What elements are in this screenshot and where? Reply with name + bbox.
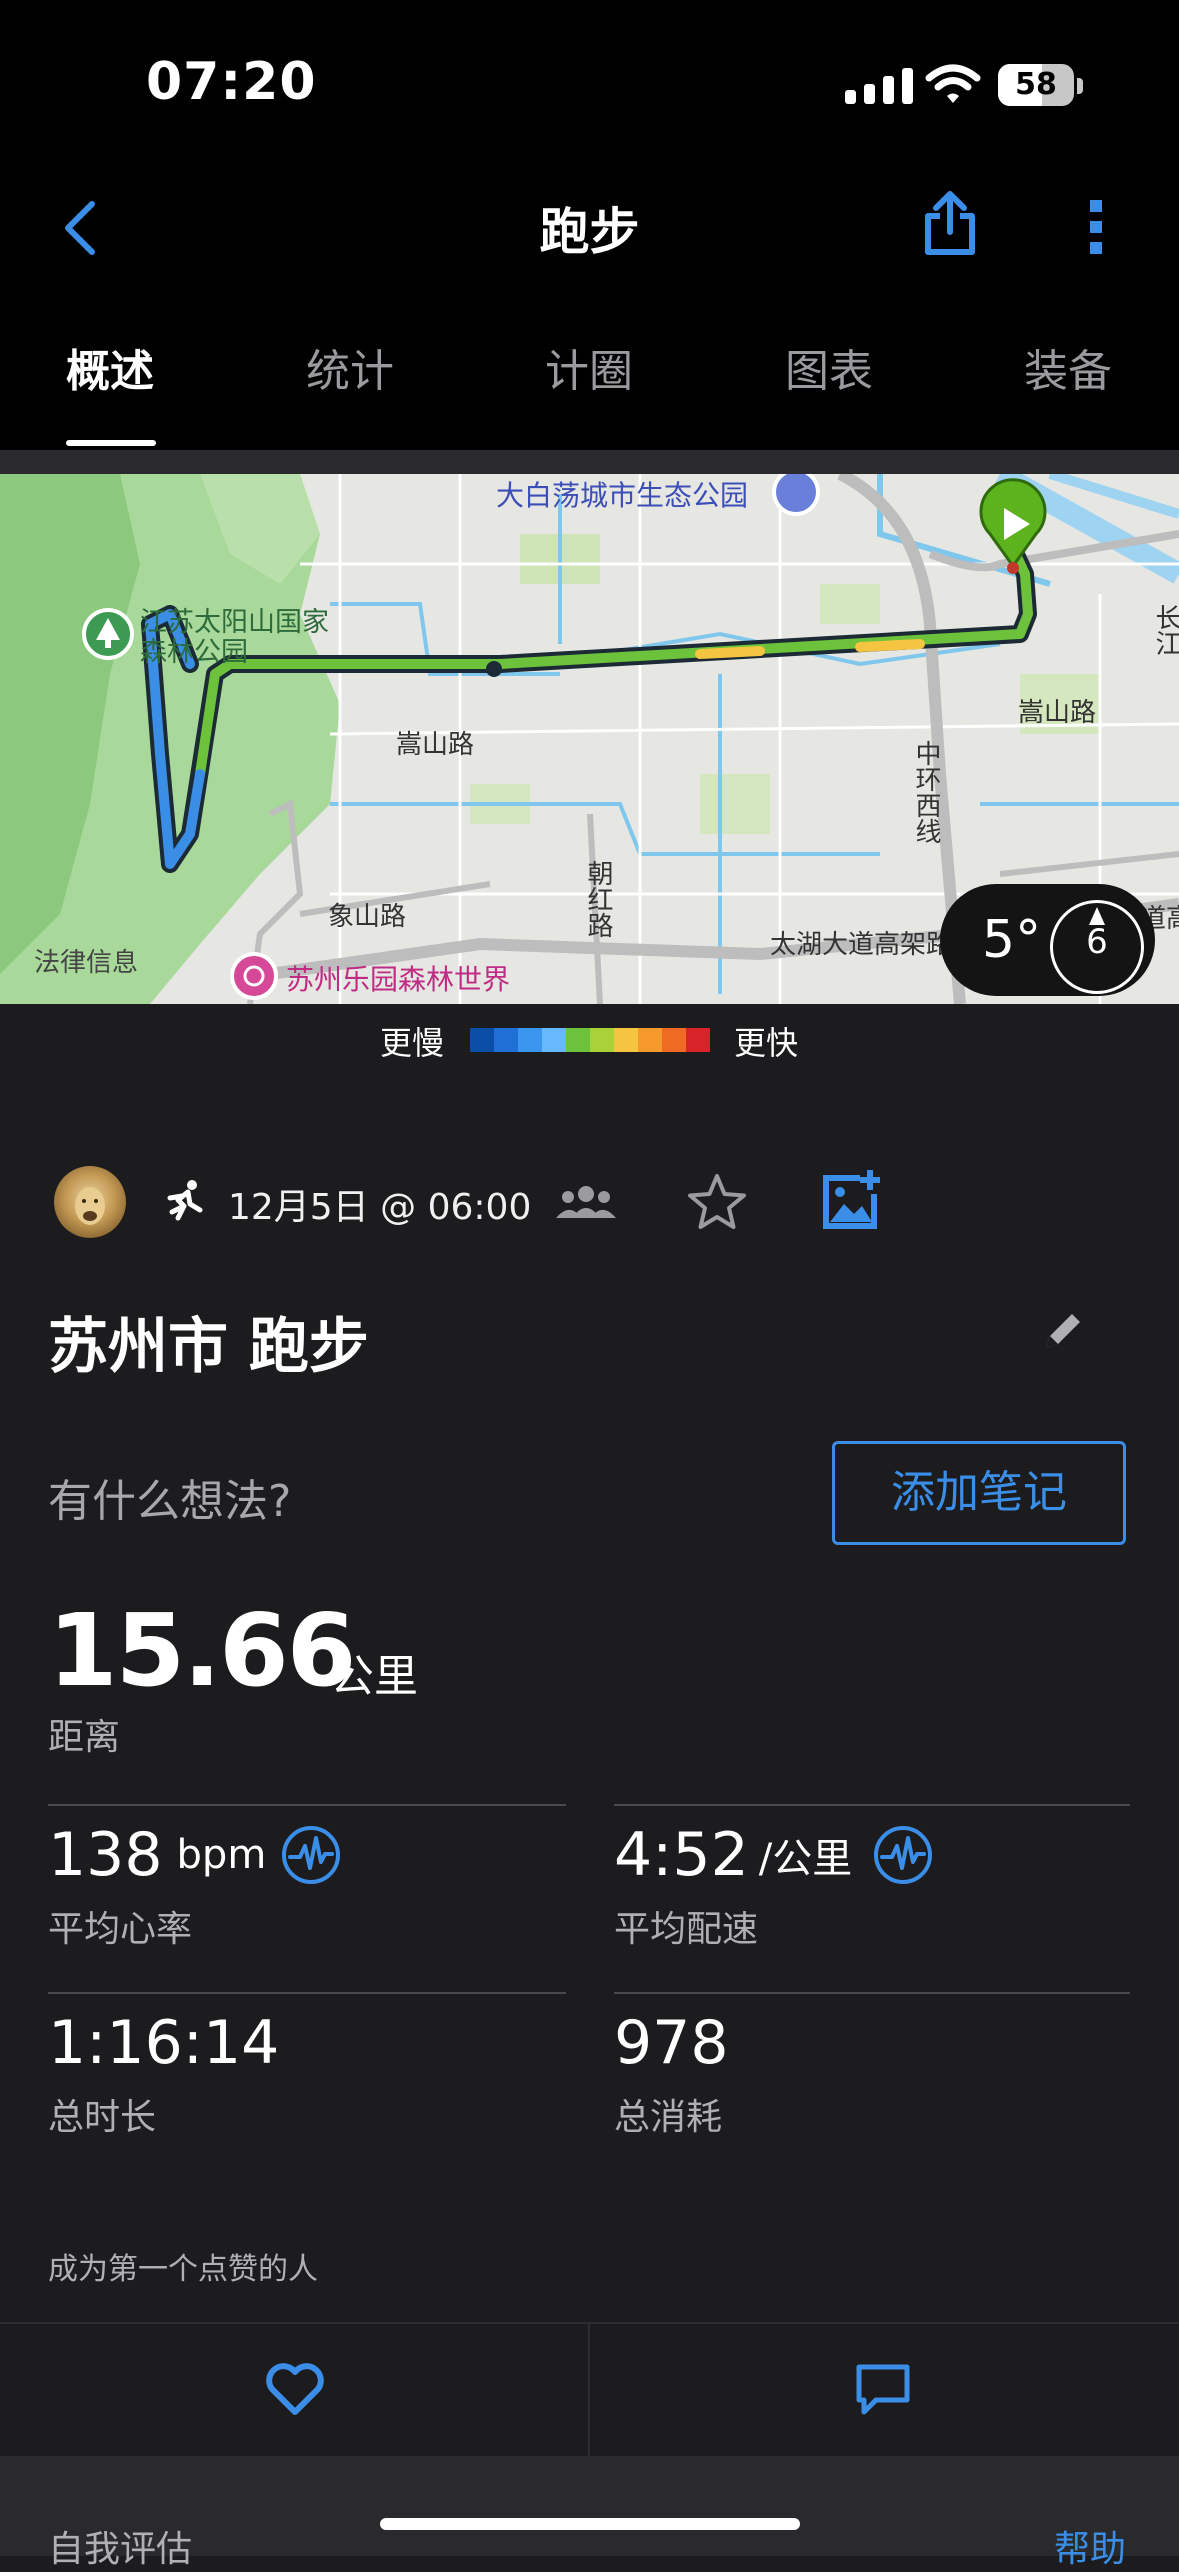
pace-unit: /公里: [758, 1836, 853, 1882]
page-title: 跑步: [539, 203, 640, 261]
pace-row: 4:52 /公里: [614, 1820, 934, 1890]
pace-color-swatch: [494, 1028, 518, 1052]
pace-color-swatch: [566, 1028, 590, 1052]
map-label-edge-right: 长江: [1151, 604, 1179, 656]
add-photo-icon[interactable]: [820, 1168, 884, 1232]
battery-level: 58: [1015, 67, 1057, 102]
calories-value: 978: [614, 2008, 729, 2078]
map-label-zhonghuan: 中环西线: [911, 740, 941, 844]
map-label-songshan-east: 嵩山路: [1018, 698, 1097, 728]
distance-value: 15.66: [48, 1592, 356, 1709]
pace-color-swatch: [662, 1028, 686, 1052]
cellular-signal-icon: [845, 66, 913, 104]
heart-rate-row: 138 bpm: [48, 1820, 342, 1890]
comment-icon[interactable]: [854, 2362, 912, 2418]
pace-info-icon[interactable]: [872, 1824, 934, 1886]
tab-bar: 概述 统计 计圈 图表 装备: [0, 335, 1179, 450]
wifi-icon: [925, 64, 981, 103]
stat-divider: [48, 1804, 566, 1806]
likes-prompt: 成为第一个点赞的人: [48, 2252, 318, 2287]
weather-temperature: 5°: [982, 910, 1042, 970]
battery-icon: 58: [998, 64, 1074, 106]
duration-value: 1:16:14: [48, 2008, 280, 2078]
map-label-songshan-west: 嵩山路: [396, 730, 475, 760]
legend-faster-label: 更快: [734, 1024, 799, 1062]
heart-rate-info-icon[interactable]: [280, 1824, 342, 1886]
more-options-icon[interactable]: [1086, 196, 1106, 258]
legend-slower-label: 更慢: [380, 1024, 445, 1062]
map-label-amusement: 苏州乐园森林世界: [286, 963, 511, 996]
calories-label: 总消耗: [614, 2097, 723, 2138]
map-label-chaohong: 朝红路: [583, 860, 613, 938]
thoughts-prompt[interactable]: 有什么想法?: [48, 1465, 291, 1529]
edit-pencil-icon[interactable]: [1040, 1308, 1086, 1354]
duration-label: 总时长: [48, 2097, 157, 2138]
status-time: 07:20: [146, 52, 317, 112]
pace-color-swatch: [590, 1028, 614, 1052]
pace-label: 平均配速: [614, 1909, 759, 1950]
heart-rate-unit: bpm: [176, 1832, 267, 1878]
pace-color-swatch: [614, 1028, 638, 1052]
tab-stats[interactable]: 统计: [306, 335, 394, 399]
wind-speed: 6: [1086, 922, 1108, 962]
map-legal-link[interactable]: 法律信息: [34, 942, 138, 979]
pace-color-swatch: [542, 1028, 566, 1052]
help-link[interactable]: 帮助: [1054, 2520, 1126, 2572]
heart-rate-label: 平均心率: [48, 1909, 193, 1950]
activity-title: 苏州市 跑步: [48, 1312, 369, 1382]
star-icon[interactable]: [686, 1172, 748, 1232]
activity-date: 12月5日 @ 06:00: [228, 1187, 532, 1228]
pace-value: 4:52: [614, 1820, 749, 1890]
group-icon[interactable]: [556, 1184, 616, 1220]
battery-nub: [1077, 78, 1083, 94]
distance-label: 距离: [48, 1717, 121, 1758]
tab-active-indicator: [66, 440, 156, 446]
pace-color-swatch: [518, 1028, 542, 1052]
map-label-park-north: 大白荡城市生态公园: [496, 479, 749, 512]
pace-color-swatch: [686, 1028, 710, 1052]
home-indicator: [380, 2518, 800, 2530]
pace-color-swatch: [638, 1028, 662, 1052]
pace-color-scale: [470, 1028, 710, 1052]
action-divider: [588, 2324, 590, 2456]
self-evaluation-label: 自我评估: [48, 2529, 193, 2570]
stat-divider: [614, 1804, 1130, 1806]
heart-rate-value: 138: [48, 1820, 163, 1890]
pace-color-swatch: [470, 1028, 494, 1052]
tab-charts[interactable]: 图表: [785, 335, 873, 399]
map-label-xiangshan: 象山路: [328, 902, 407, 932]
tab-overview[interactable]: 概述: [66, 335, 154, 399]
distance-unit: 公里: [330, 1651, 418, 1702]
running-icon: [167, 1180, 203, 1221]
section-gap: [0, 450, 1179, 474]
tab-gear[interactable]: 装备: [1024, 335, 1112, 399]
avatar[interactable]: [54, 1166, 126, 1238]
map-label-forest-park: 江苏太阳山国家森林公园: [140, 607, 329, 668]
tab-laps[interactable]: 计圈: [545, 335, 633, 399]
add-note-button[interactable]: 添加笔记: [832, 1441, 1126, 1545]
like-heart-icon[interactable]: [264, 2362, 326, 2418]
lion-avatar-image: [75, 1187, 105, 1225]
stat-divider: [48, 1992, 566, 1994]
stat-divider: [614, 1992, 1130, 1994]
share-icon[interactable]: [922, 190, 978, 256]
map-label-taihu: 太湖大道高架路: [770, 930, 953, 960]
